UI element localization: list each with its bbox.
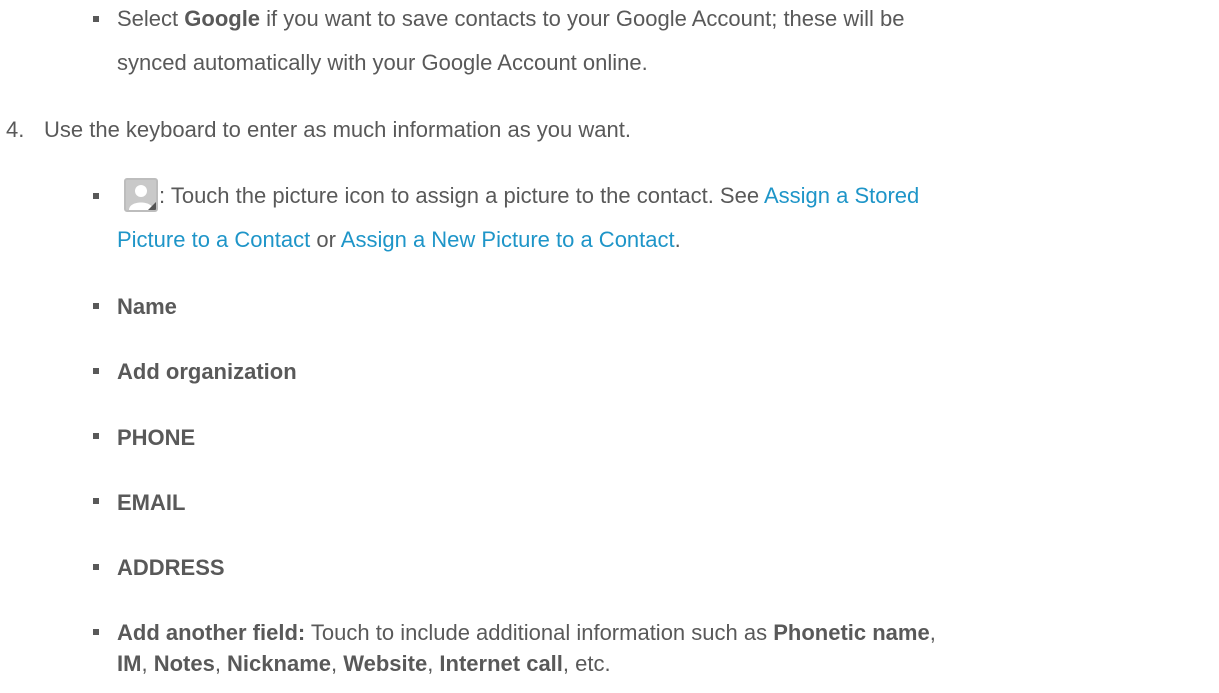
picture-line-2: Picture to a Contact or Assign a New Pic…	[117, 227, 681, 252]
bullet-marker	[93, 564, 99, 570]
google-option-line-1: Select Google if you want to save contac…	[117, 6, 905, 31]
step-number: 4.	[6, 117, 25, 142]
field-name: Name	[117, 294, 177, 319]
bullet-marker	[93, 629, 99, 635]
field-email: EMAIL	[117, 490, 186, 515]
picture-line-1: : Touch the picture icon to assign a pic…	[159, 183, 920, 208]
field-phone: PHONE	[117, 425, 196, 450]
assign-stored-picture-link[interactable]: Assign a Stored	[764, 183, 919, 208]
bullet-marker	[93, 303, 99, 309]
contact-picture-icon	[124, 178, 158, 212]
bullet-marker	[93, 16, 99, 22]
bullet-marker	[93, 433, 99, 439]
google-option-label: Google	[184, 6, 261, 31]
bullet-marker	[93, 193, 99, 199]
another-field-line-2: IM, Notes, Nickname, Website, Internet c…	[117, 651, 611, 676]
step-text: Use the keyboard to enter as much inform…	[44, 117, 631, 142]
bullet-marker	[93, 368, 99, 374]
another-field-line-1: Add another field: Touch to include addi…	[117, 620, 936, 645]
field-address: ADDRESS	[117, 555, 225, 580]
assign-new-picture-link[interactable]: Assign a New Picture to a Contact	[341, 227, 675, 252]
bullet-marker	[93, 498, 99, 504]
field-add-organization: Add organization	[117, 359, 297, 384]
google-option-line-2: synced automatically with your Google Ac…	[117, 50, 648, 75]
assign-stored-picture-link-cont[interactable]: Picture to a Contact	[117, 227, 310, 252]
